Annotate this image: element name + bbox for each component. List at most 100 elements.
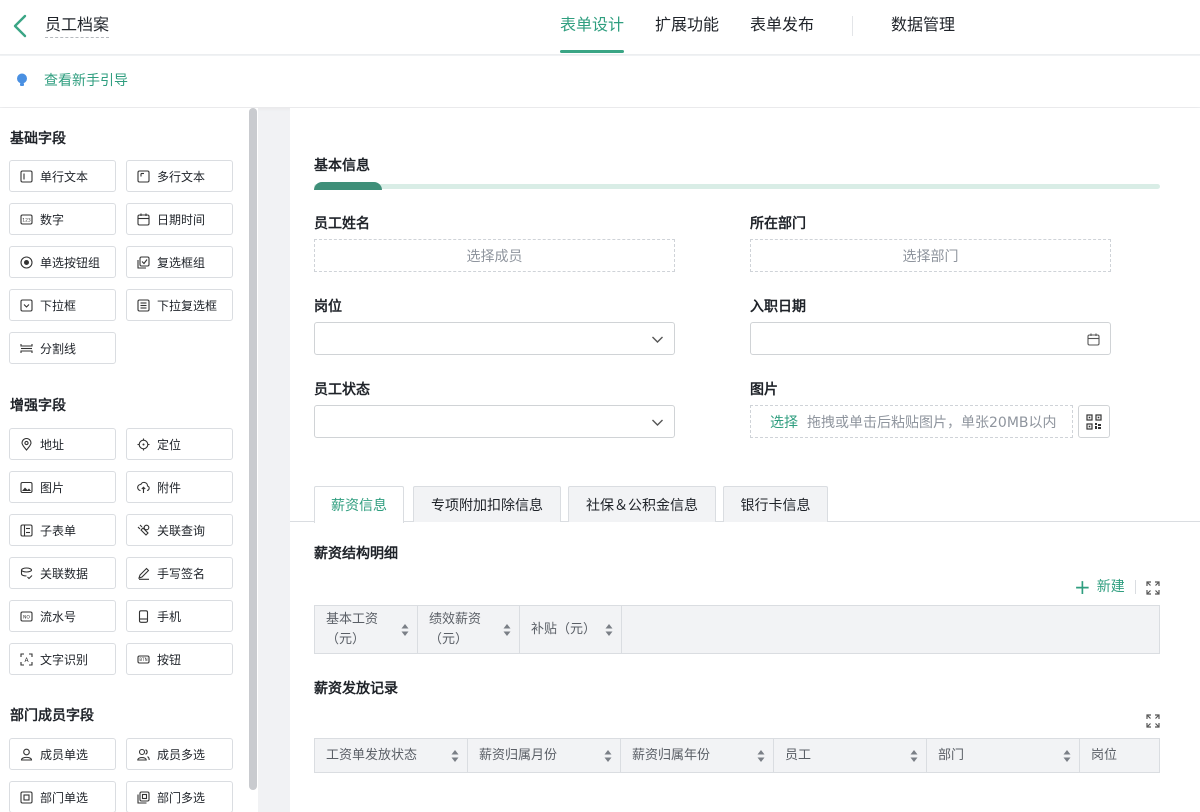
field-label: 文字识别 (40, 652, 89, 667)
column-header[interactable]: 工资单发放状态 (315, 739, 468, 772)
ocr-icon: A (20, 652, 33, 666)
field-dept-single[interactable]: 部门单选 (9, 781, 116, 812)
back-arrow-icon[interactable] (10, 13, 32, 39)
field-divider[interactable]: 分割线 (9, 332, 116, 364)
dropdown-icon (20, 298, 33, 312)
new-row-label: 新建 (1096, 579, 1125, 595)
link-query-icon (137, 524, 150, 536)
sort-icon[interactable] (604, 749, 612, 763)
subtab-social-security[interactable]: 社保＆公积金信息 (568, 486, 716, 522)
radio-icon (20, 255, 33, 269)
sort-icon[interactable] (401, 623, 409, 637)
field-member-multi[interactable]: 成员多选 (126, 738, 233, 770)
field-datetime[interactable]: 日期时间 (126, 203, 233, 235)
tab-form-publish[interactable]: 表单发布 (750, 15, 814, 35)
guide-link[interactable]: 查看新手引导 (44, 72, 128, 90)
app-title[interactable]: 员工档案 (45, 15, 110, 38)
field-multi-line-text[interactable]: 多行文本 (126, 160, 233, 192)
lightbulb-icon (17, 73, 27, 86)
field-label: 图片 (40, 480, 65, 495)
chevron-down-icon (652, 336, 663, 343)
multi-line-text-icon (137, 169, 150, 183)
field-label-employee-status: 员工状态 (314, 382, 370, 398)
fullscreen-icon[interactable] (1146, 581, 1160, 595)
column-header[interactable]: 员工 (774, 739, 927, 772)
field-checkbox-group[interactable]: 复选框组 (126, 246, 233, 278)
subtab-special-deduction[interactable]: 专项附加扣除信息 (413, 486, 561, 522)
sort-icon[interactable] (757, 749, 765, 763)
field-single-line-text[interactable]: 单行文本 (9, 160, 116, 192)
column-header[interactable]: 薪资归属月份 (468, 739, 621, 772)
new-row-button[interactable]: + 新建 (1074, 577, 1125, 597)
dropdown-multi-icon (137, 298, 150, 312)
column-header[interactable]: 绩效薪资 （元） (418, 606, 520, 653)
qr-upload-button[interactable] (1078, 405, 1110, 438)
field-link-data[interactable]: 关联数据 (9, 557, 116, 589)
tab-data-management[interactable]: 数据管理 (891, 15, 955, 35)
field-locate[interactable]: 定位 (126, 428, 233, 460)
sort-icon[interactable] (605, 623, 613, 637)
field-attachment[interactable]: 附件 (126, 471, 233, 503)
department-picker[interactable]: 选择部门 (750, 239, 1111, 272)
field-dropdown[interactable]: 下拉框 (9, 289, 116, 321)
image-select-link[interactable]: 选择 (770, 412, 798, 432)
salary-structure-table: 基本工资 （元） 绩效薪资 （元） 补贴（元） (314, 605, 1160, 654)
tab-divider (852, 16, 853, 36)
qr-code-icon (1086, 414, 1102, 430)
column-header[interactable]: 基本工资 （元） (315, 606, 418, 653)
member-picker-placeholder: 选择成员 (466, 248, 523, 265)
field-label: 关联查询 (157, 523, 206, 538)
column-header[interactable]: 补贴（元） (520, 606, 622, 653)
department-picker-placeholder: 选择部门 (902, 248, 959, 265)
column-header[interactable]: 部门 (927, 739, 1080, 772)
salary-records-table: 工资单发放状态 薪资归属月份 薪资归属年份 员工 部门 岗位 (314, 738, 1160, 773)
subtab-bank-card[interactable]: 银行卡信息 (723, 486, 828, 522)
field-radio-group[interactable]: 单选按钮组 (9, 246, 116, 278)
checkbox-icon (137, 255, 150, 269)
field-number[interactable]: 123 数字 (9, 203, 116, 235)
field-dropdown-multi[interactable]: 下拉复选框 (126, 289, 233, 321)
fullscreen-icon[interactable] (1146, 714, 1160, 728)
svg-text:BTN: BTN (139, 657, 147, 662)
sort-icon[interactable] (503, 623, 511, 637)
field-label: 多行文本 (157, 169, 206, 184)
tab-form-design[interactable]: 表单设计 (560, 15, 624, 35)
field-palette-sidebar: 基础字段 单行文本 多行文本 123 数字 日期时间 单选按钮组 复选框组 下拉… (0, 108, 258, 812)
field-signature[interactable]: 手写签名 (126, 557, 233, 589)
sort-icon[interactable] (451, 749, 459, 763)
toolbar-separator (1135, 580, 1136, 594)
image-upload-hint: 拖拽或单击后粘贴图片，单张20MB以内 (807, 414, 1057, 431)
column-header-label: 薪资归属年份 (632, 747, 711, 763)
divider-icon (20, 343, 33, 353)
field-label: 定位 (157, 437, 182, 452)
field-label: 附件 (157, 480, 182, 495)
departments-icon (137, 790, 150, 804)
member-picker[interactable]: 选择成员 (314, 239, 675, 272)
column-header[interactable]: 薪资归属年份 (621, 739, 774, 772)
tab-extensions[interactable]: 扩展功能 (655, 15, 719, 35)
status-select[interactable] (314, 405, 675, 438)
column-header[interactable]: 岗位 (1080, 739, 1160, 772)
subtab-salary-info[interactable]: 薪资信息 (314, 486, 404, 523)
field-ocr[interactable]: A 文字识别 (9, 643, 116, 675)
field-label-hire-date: 入职日期 (750, 299, 806, 315)
sort-icon[interactable] (910, 749, 918, 763)
sidebar-scrollbar[interactable] (249, 108, 257, 790)
field-image[interactable]: 图片 (9, 471, 116, 503)
field-link-query[interactable]: 关联查询 (126, 514, 233, 546)
field-subform[interactable]: 子表单 (9, 514, 116, 546)
field-label: 手机 (157, 609, 182, 624)
svg-text:NO: NO (23, 614, 30, 620)
field-address[interactable]: 地址 (9, 428, 116, 460)
field-member-single[interactable]: 成员单选 (9, 738, 116, 770)
sort-icon[interactable] (1063, 749, 1071, 763)
image-upload-area[interactable]: 选择 拖拽或单击后粘贴图片，单张20MB以内 (750, 405, 1073, 438)
field-dept-multi[interactable]: 部门多选 (126, 781, 233, 812)
field-mobile[interactable]: 手机 (126, 600, 233, 632)
field-button[interactable]: BTN 按钮 (126, 643, 233, 675)
field-serial-number[interactable]: NO 流水号 (9, 600, 116, 632)
image-icon (20, 481, 33, 493)
number-icon: 123 (20, 213, 33, 225)
hire-date-picker[interactable] (750, 322, 1111, 355)
position-select[interactable] (314, 322, 675, 355)
